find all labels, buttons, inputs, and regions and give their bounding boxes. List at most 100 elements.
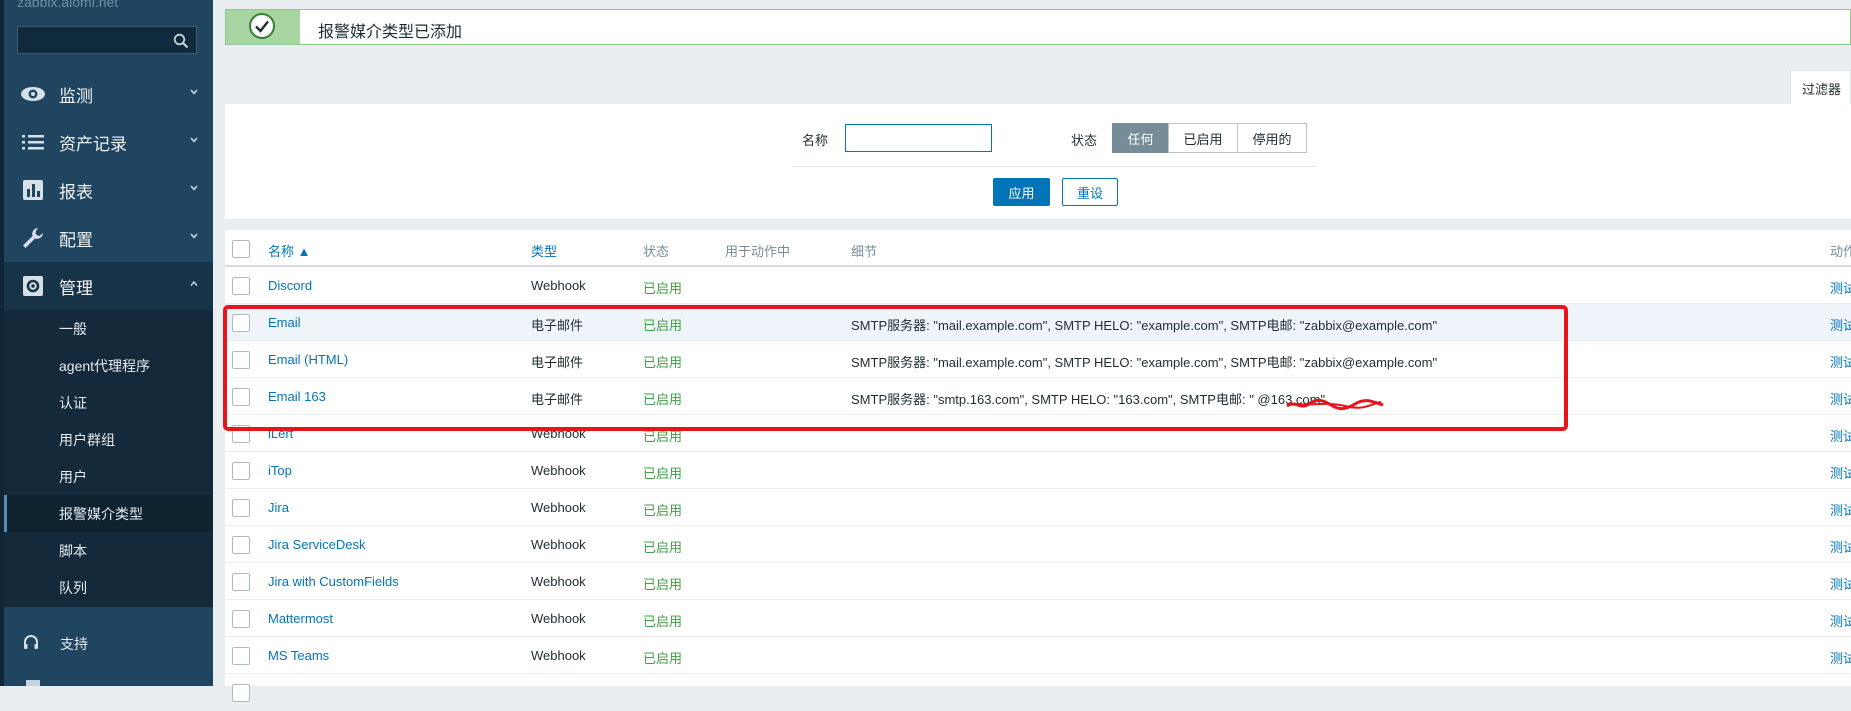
media-type: Webhook [531, 648, 586, 663]
success-message: 报警媒介类型已添加 [225, 9, 1851, 45]
status-toggle[interactable]: 已启用 [643, 389, 682, 408]
table-row: Mattermost Webhook 已启用 测试 [225, 600, 1851, 637]
status-enabled-button[interactable]: 已启用 [1168, 123, 1238, 153]
row-checkbox[interactable] [232, 610, 250, 628]
status-toggle[interactable]: 已启用 [643, 278, 682, 297]
test-link[interactable]: 测试 [1830, 352, 1851, 371]
table-header: 名称 ▲ 类型 状态 用于动作中 细节 动作 [225, 230, 1851, 267]
media-details: SMTP服务器: "mail.example.com", SMTP HELO: … [851, 355, 1438, 370]
row-checkbox[interactable] [232, 573, 250, 591]
header-name[interactable]: 名称 ▲ [268, 241, 310, 260]
status-disabled-button[interactable]: 停用的 [1237, 123, 1307, 153]
menu-label: 资产记录 [59, 134, 127, 154]
test-link[interactable]: 测试 [1830, 389, 1851, 408]
media-type: Webhook [531, 574, 586, 589]
row-checkbox[interactable] [232, 647, 250, 665]
reset-button[interactable]: 重设 [1062, 178, 1118, 206]
media-name-link[interactable]: iTop [268, 463, 292, 478]
filter-tab-label: 过滤器 [1802, 82, 1842, 97]
status-toggle[interactable]: 已启用 [643, 574, 682, 593]
row-checkbox[interactable] [232, 536, 250, 554]
search-input[interactable] [17, 26, 197, 54]
test-link[interactable]: 测试 [1830, 500, 1851, 519]
filter-tab[interactable]: 过滤器 [1790, 70, 1851, 104]
sidebar: zabbix.aiomi.net 监测 资产记录 报表 配置 管理 一般 age… [0, 0, 213, 686]
table-row: MS Teams Webhook 已启用 测试 [225, 637, 1851, 674]
submenu-media-types[interactable]: 报警媒介类型 [4, 495, 213, 532]
status-toggle[interactable]: 已启用 [643, 648, 682, 667]
status-any-button[interactable]: 任何 [1112, 123, 1169, 153]
test-link[interactable]: 测试 [1830, 611, 1851, 630]
status-toggle[interactable]: 已启用 [643, 315, 682, 334]
status-toggle[interactable]: 已启用 [643, 352, 682, 371]
status-toggle[interactable]: 已启用 [643, 426, 682, 445]
menu-inventory[interactable]: 资产记录 [4, 118, 213, 166]
media-name-link[interactable]: Jira [268, 500, 289, 515]
media-name-link[interactable]: Discord [268, 278, 312, 293]
media-name-link[interactable]: MS Teams [268, 648, 329, 663]
menu-reports[interactable]: 报表 [4, 166, 213, 214]
media-name-link[interactable]: Email 163 [268, 389, 326, 404]
test-link[interactable]: 测试 [1830, 278, 1851, 297]
share-icon[interactable] [26, 680, 40, 686]
media-name-link[interactable]: Jira ServiceDesk [268, 537, 366, 552]
submenu-general[interactable]: 一般 [4, 310, 213, 347]
submenu-user-groups[interactable]: 用户群组 [4, 421, 213, 458]
row-checkbox[interactable] [232, 277, 250, 295]
menu-label: 报表 [59, 182, 93, 202]
status-toggle[interactable]: 已启用 [643, 500, 682, 519]
row-checkbox[interactable] [232, 684, 250, 702]
submenu-proxies[interactable]: agent代理程序 [4, 347, 213, 384]
submenu-label: 脚本 [59, 543, 87, 559]
menu-administration[interactable]: 管理 [4, 262, 213, 310]
media-name-link[interactable]: Mattermost [268, 611, 333, 626]
filter-name-input[interactable] [845, 124, 992, 152]
table-row: iTop Webhook 已启用 测试 [225, 452, 1851, 489]
media-name-link[interactable]: Jira with CustomFields [268, 574, 399, 589]
row-checkbox[interactable] [232, 462, 250, 480]
media-type: 电子邮件 [531, 392, 584, 407]
row-checkbox[interactable] [232, 388, 250, 406]
status-toggle[interactable]: 已启用 [643, 463, 682, 482]
media-name-link[interactable]: Email (HTML) [268, 352, 348, 367]
test-link[interactable]: 测试 [1830, 463, 1851, 482]
header-type[interactable]: 类型 [531, 241, 557, 260]
submenu-scripts[interactable]: 脚本 [4, 532, 213, 569]
row-checkbox[interactable] [232, 314, 250, 332]
status-toggle[interactable]: 已启用 [643, 611, 682, 630]
submenu-label: 用户 [59, 469, 87, 485]
wrench-icon [23, 228, 43, 248]
menu-label: 配置 [59, 230, 93, 250]
submenu-authentication[interactable]: 认证 [4, 384, 213, 421]
media-name-link[interactable]: iLert [268, 426, 293, 441]
select-all-checkbox[interactable] [232, 240, 250, 258]
chevron-down-icon [190, 137, 198, 143]
success-badge [226, 10, 300, 44]
test-link[interactable]: 测试 [1830, 315, 1851, 334]
row-checkbox[interactable] [232, 351, 250, 369]
list-icon [22, 135, 44, 150]
test-link[interactable]: 测试 [1830, 648, 1851, 667]
submenu-label: 一般 [59, 321, 87, 337]
menu-monitoring[interactable]: 监测 [4, 70, 213, 118]
submenu-users[interactable]: 用户 [4, 458, 213, 495]
row-checkbox[interactable] [232, 425, 250, 443]
apply-button[interactable]: 应用 [993, 178, 1050, 206]
table-row: iLert Webhook 已启用 测试 [225, 415, 1851, 452]
media-type: Webhook [531, 500, 586, 515]
test-link[interactable]: 测试 [1830, 426, 1851, 445]
header-used-in-actions: 用于动作中 [725, 244, 791, 259]
menu-configuration[interactable]: 配置 [4, 214, 213, 262]
test-link[interactable]: 测试 [1830, 537, 1851, 556]
status-toggle[interactable]: 已启用 [643, 537, 682, 556]
test-link[interactable]: 测试 [1830, 574, 1851, 593]
chevron-up-icon [190, 280, 198, 286]
support-label: 支持 [60, 636, 88, 652]
submenu-label: 认证 [59, 395, 87, 411]
row-checkbox[interactable] [232, 499, 250, 517]
media-name-link[interactable]: Email [268, 315, 301, 330]
submenu-queue[interactable]: 队列 [4, 569, 213, 606]
support-link[interactable]: 支持 [4, 625, 213, 661]
media-type: Webhook [531, 426, 586, 441]
search-icon[interactable] [173, 33, 189, 49]
